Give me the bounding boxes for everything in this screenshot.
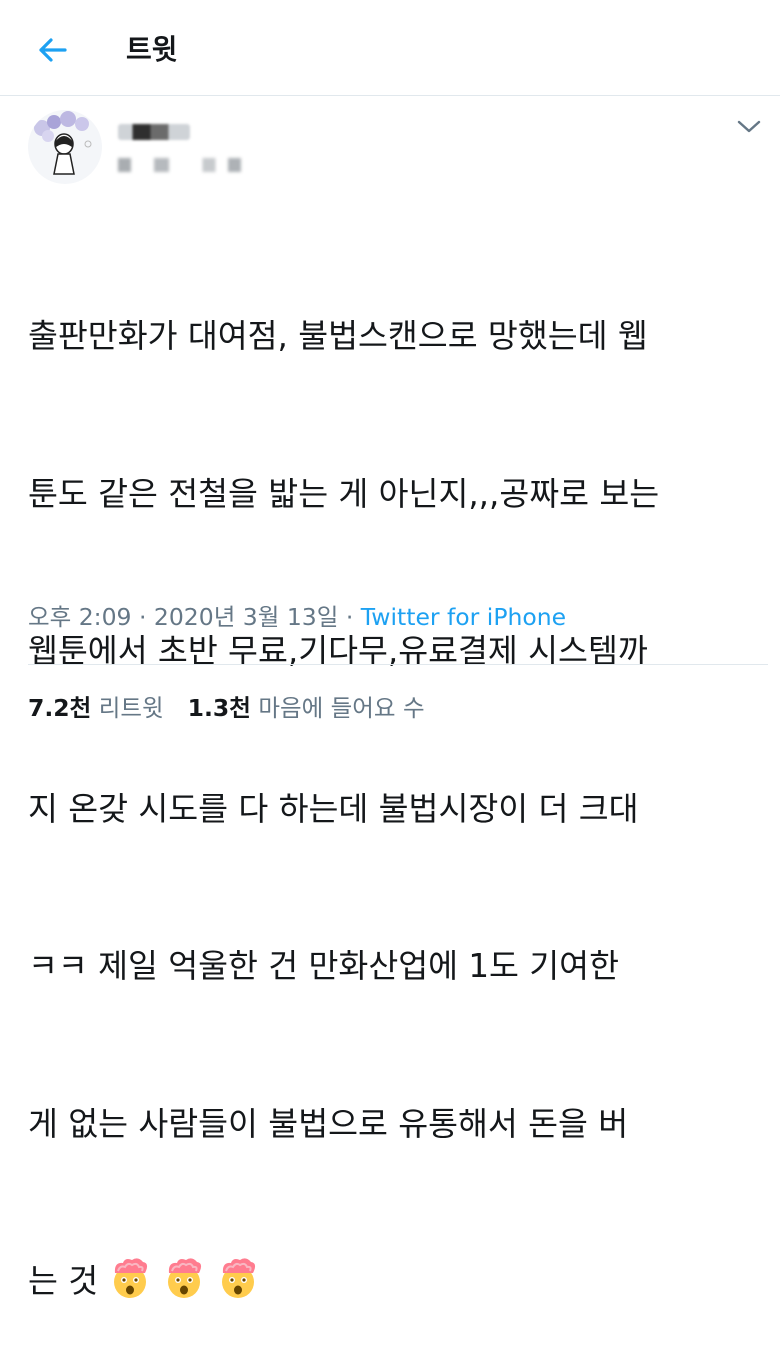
exploding-head-icon: [216, 1256, 260, 1300]
top-bar: 트윗: [0, 0, 780, 96]
page-title: 트윗: [126, 33, 178, 66]
avatar[interactable]: [28, 110, 102, 184]
display-name-blurred: [118, 124, 190, 140]
tweet-line: 지 온갖 시도를 다 하는데 불법시장이 더 크대: [28, 789, 639, 828]
tweet-last-line: 는 것: [28, 1255, 768, 1308]
tweet-line: 출판만화가 대여점, 불법스캔으로 망했는데 웹: [28, 317, 648, 355]
tweet-line: 게 없는 사람들이 불법으로 유통해서 돈을 버: [28, 1104, 629, 1143]
retweets-label: 리트윗: [98, 694, 164, 722]
retweets-stat[interactable]: 7.2천 리트윗: [28, 694, 164, 722]
back-button[interactable]: [34, 32, 70, 68]
likes-label: 마음에 들어요 수: [258, 694, 425, 722]
chevron-down-icon: [737, 120, 761, 133]
more-options-button[interactable]: [736, 116, 762, 136]
tweet-source-link[interactable]: Twitter for iPhone: [361, 603, 566, 631]
tweet-line: 웹툰에서 초반 무료,기다무,유료결제 시스템까: [28, 632, 648, 670]
tweet-line: ㅋㅋ 제일 억울한 건 만화산업에 1도 기여한: [28, 947, 619, 985]
username-blurred: [118, 158, 246, 172]
tweet-line: 는 것: [28, 1262, 99, 1300]
tweet-date[interactable]: 2020년 3월 13일: [154, 603, 338, 631]
tweet-time[interactable]: 오후 2:09: [28, 603, 131, 631]
exploding-head-icon: [108, 1256, 152, 1300]
retweets-count: 7.2천: [28, 694, 92, 722]
tweet-text: 출판만화가 대여점, 불법스캔으로 망했는데 웹 툰도 같은 전철을 밟는 게 …: [28, 205, 768, 1360]
tweet-line: 툰도 같은 전철을 밟는 게 아닌지,,,공짜로 보는: [28, 474, 660, 513]
likes-count: 1.3천: [187, 694, 251, 722]
tweet-metadata: 오후 2:09 · 2020년 3월 13일 · Twitter for iPh…: [28, 598, 566, 632]
meta-separator: ·: [338, 603, 361, 631]
engagement-stats: 7.2천 리트윗 1.3천 마음에 들어요 수: [28, 689, 425, 723]
meta-separator: ·: [131, 603, 154, 631]
exploding-head-icon: [162, 1256, 206, 1300]
arrow-left-icon: [39, 38, 67, 62]
divider: [28, 664, 768, 665]
likes-stat[interactable]: 1.3천 마음에 들어요 수: [188, 694, 425, 722]
